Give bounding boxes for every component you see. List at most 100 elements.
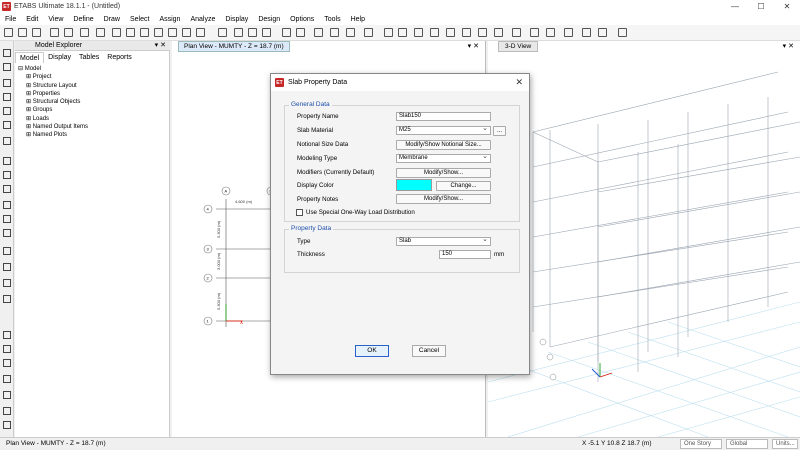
snap-ends-icon[interactable] [3,345,11,353]
draw-section-cut-icon[interactable] [3,295,11,303]
property-name-field[interactable]: Slab150 [396,112,491,121]
quick-draw-floor-icon[interactable] [3,185,11,193]
quick-draw-beam-icon[interactable] [3,107,11,115]
menu-analyze[interactable]: Analyze [185,16,220,23]
menu-file[interactable]: File [0,16,21,23]
type-dropdown[interactable]: Slab [396,236,491,246]
draw-grid-tool-icon[interactable] [3,279,11,287]
zoom-out-icon[interactable] [154,28,163,37]
move-up-icon[interactable] [282,28,291,37]
panel-pin-close[interactable]: ▾ ✕ [155,41,166,51]
draw-joint-icon[interactable] [3,79,11,87]
run-analysis-icon[interactable] [112,28,121,37]
slab-material-dropdown[interactable]: M25 [396,125,491,135]
draw-grid-icon[interactable] [546,28,555,37]
snap-all-icon[interactable] [3,421,11,429]
snap-fine-grid-icon[interactable] [3,407,11,415]
tree-item[interactable]: ⊞ Loads [18,115,88,123]
modifiers-button[interactable]: Modify/Show... [396,168,491,178]
maximize-button[interactable]: ☐ [748,0,774,13]
one-way-load-checkbox[interactable] [296,209,303,216]
tree-item[interactable]: ⊞ Properties [18,90,88,98]
notional-size-button[interactable]: Modify/Show Notional Size... [396,140,491,150]
zoom-fit-icon[interactable] [168,28,177,37]
plan-view-icon[interactable] [234,28,243,37]
menu-options[interactable]: Options [285,16,319,23]
property-notes-button[interactable]: Modify/Show... [396,194,491,204]
dialog-close-button[interactable]: ✕ [515,77,523,88]
extrude-icon[interactable] [364,28,373,37]
ok-button[interactable]: OK [355,345,389,357]
menu-display[interactable]: Display [220,16,253,23]
menu-view[interactable]: View [43,16,68,23]
draw-line-icon[interactable] [618,28,627,37]
link-icon[interactable] [478,28,487,37]
frame-section-icon[interactable] [582,28,591,37]
draw-brace-icon[interactable] [462,28,471,37]
coord-system-dropdown[interactable]: Global [726,439,768,449]
thickness-field[interactable]: 150 [439,250,491,259]
draw-area-icon[interactable] [512,28,521,37]
minimize-button[interactable]: — [722,0,748,13]
menu-draw[interactable]: Draw [99,16,125,23]
tab-model[interactable]: Model [15,52,45,63]
quick-draw-wall-icon[interactable] [3,215,11,223]
menu-edit[interactable]: Edit [21,16,43,23]
menu-select[interactable]: Select [125,16,154,23]
tree-item[interactable]: ⊞ Groups [18,106,88,114]
save-icon[interactable] [32,28,41,37]
draw-dimension-icon[interactable] [3,247,11,255]
pencil-icon[interactable] [80,28,89,37]
redo-icon[interactable] [64,28,73,37]
draw-column-icon[interactable] [414,28,423,37]
menu-tools[interactable]: Tools [319,16,345,23]
menu-assign[interactable]: Assign [154,16,185,23]
snap-intersection-icon[interactable] [3,359,11,367]
draw-wall-tool-icon[interactable] [3,201,11,209]
display-color-swatch[interactable] [396,179,432,191]
3d-view-icon[interactable] [218,28,227,37]
tab-display[interactable]: Display [44,52,75,63]
draw-rect-floor-icon[interactable] [3,171,11,179]
zoom-in-icon[interactable] [140,28,149,37]
draw-link-icon[interactable] [3,137,11,145]
draw-frame-tool-icon[interactable] [3,93,11,101]
draw-floor-icon[interactable] [3,157,11,165]
select-object-icon[interactable] [330,28,339,37]
menu-design[interactable]: Design [253,16,285,23]
perspective-icon[interactable] [314,28,323,37]
menu-define[interactable]: Define [68,16,98,23]
3d-view-tab-controls[interactable]: ▾ ✕ [783,42,794,50]
material-browse-button[interactable]: ... [493,126,506,136]
zoom-window-icon[interactable] [126,28,135,37]
draw-wall-icon[interactable] [430,28,439,37]
display-options-icon[interactable] [346,28,355,37]
snap-lines-icon[interactable] [3,391,11,399]
elevation-view-icon[interactable] [248,28,257,37]
tree-item[interactable]: ⊞ Named Output Items [18,123,88,131]
rotate-icon[interactable] [262,28,271,37]
modeling-type-dropdown[interactable]: Membrane [396,153,491,163]
new-model-icon[interactable] [4,28,13,37]
tree-item[interactable]: ⊞ Structure Layout [18,82,88,90]
units-button[interactable]: Units... [772,439,798,449]
pan-icon[interactable] [196,28,205,37]
quick-draw-brace-icon[interactable] [3,121,11,129]
tree-item[interactable]: ⊞ Named Plots [18,131,88,139]
undo-icon[interactable] [50,28,59,37]
move-down-icon[interactable] [296,28,305,37]
tab-reports[interactable]: Reports [103,52,136,63]
snap-points-icon[interactable] [3,331,11,339]
snap-perpendicular-icon[interactable] [3,375,11,383]
i-section-icon[interactable] [564,28,573,37]
open-icon[interactable] [18,28,27,37]
tab-tables[interactable]: Tables [75,52,103,63]
tree-item[interactable]: ⊞ Structural Objects [18,98,88,106]
dimension-icon[interactable] [494,28,503,37]
tree-root[interactable]: ⊟ Model [18,65,88,73]
section-designer-icon[interactable] [598,28,607,37]
plan-view-tab-controls[interactable]: ▾ ✕ [468,42,479,50]
story-dropdown[interactable]: One Story [680,439,722,449]
select-pointer-icon[interactable] [3,49,11,57]
draw-slab-icon[interactable] [530,28,539,37]
